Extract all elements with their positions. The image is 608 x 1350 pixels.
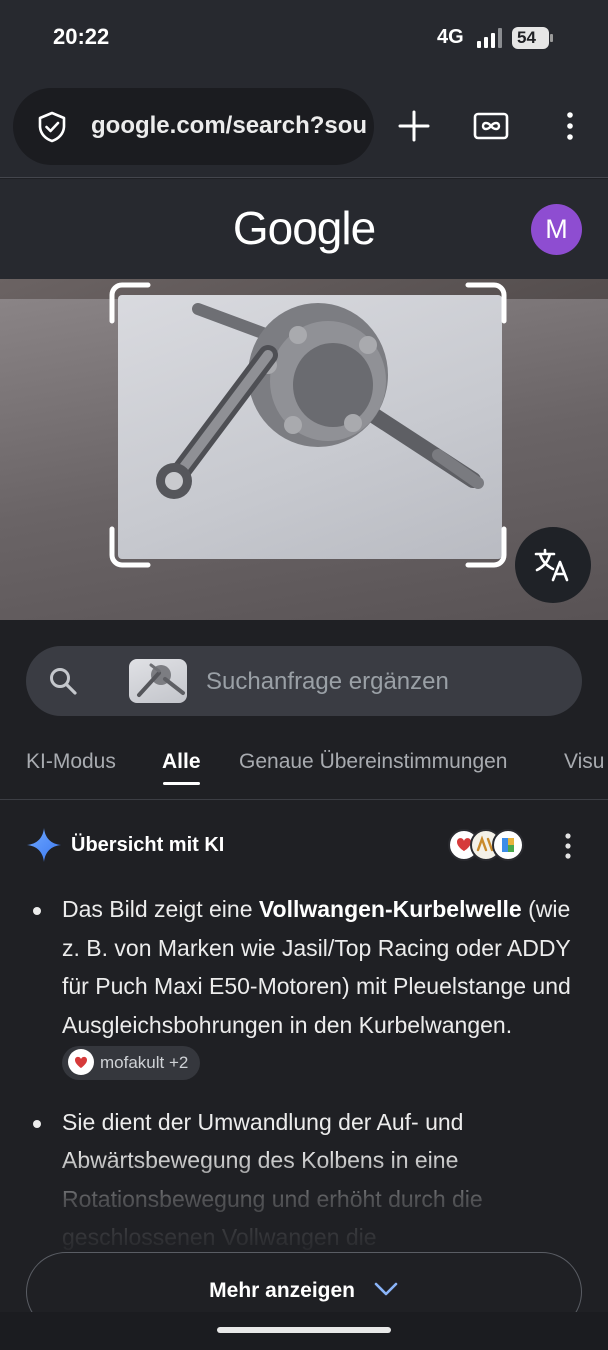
content-fade — [0, 1150, 608, 1260]
browser-toolbar: google.com/search?sou — [0, 76, 608, 178]
status-bar: 20:22 4G 54 — [0, 0, 608, 76]
mofakult-icon — [68, 1049, 94, 1076]
address-bar[interactable]: google.com/search?sou — [13, 88, 374, 165]
active-tab-indicator — [163, 782, 200, 785]
list-item: Das Bild zeigt eine Vollwangen-Kurbelwel… — [28, 890, 578, 1083]
battery-level: 54 — [517, 28, 536, 47]
status-time: 20:22 — [53, 24, 110, 49]
plus-icon — [398, 110, 430, 142]
ai-sparkle-icon — [27, 828, 61, 862]
browser-menu-button[interactable] — [548, 104, 592, 148]
bullet-bold-term: Vollwangen-Kurbelwelle — [258, 896, 522, 922]
result-tabs: KI-Modus Alle Genaue Übereinstimmungen V… — [0, 740, 608, 800]
ai-overview-menu-icon[interactable] — [559, 832, 577, 860]
chevron-down-icon — [374, 1283, 398, 1296]
tab-genaue-uebereinstimmungen[interactable]: Genaue Übereinstimmungen — [239, 750, 508, 774]
search-icon — [50, 668, 77, 695]
home-indicator[interactable] — [217, 1327, 391, 1333]
tab-visuell[interactable]: Visu — [564, 750, 604, 774]
source-favicons-icon[interactable] — [447, 828, 525, 862]
network-type: 4G — [437, 26, 464, 48]
ai-overview-title: Übersicht mit KI — [71, 834, 225, 856]
incognito-tabs-icon — [473, 112, 509, 140]
show-more-label: Mehr anzeigen — [27, 1279, 581, 1303]
tab-alle[interactable]: Alle — [162, 750, 201, 774]
google-header: Google M — [0, 179, 608, 279]
source-chip-label: mofakult +2 — [100, 1052, 189, 1072]
ai-overview-header: Übersicht mit KI — [26, 826, 582, 866]
bullet-text: Das Bild zeigt eine — [62, 896, 259, 922]
new-tab-button[interactable] — [392, 104, 436, 148]
source-chip[interactable]: mofakult +2 — [62, 1045, 201, 1080]
more-vert-icon — [567, 112, 573, 140]
url-text[interactable]: google.com/search?sou — [91, 112, 367, 140]
tab-ki-modus[interactable]: KI-Modus — [26, 750, 116, 774]
google-logo[interactable]: Google — [0, 201, 608, 255]
account-avatar[interactable]: M — [531, 204, 582, 255]
signal-icon — [477, 28, 502, 48]
shield-icon[interactable] — [35, 110, 69, 144]
search-input[interactable]: Suchanfrage ergänzen — [26, 646, 582, 716]
show-more-text: Mehr anzeigen — [209, 1279, 356, 1302]
tab-switcher-button[interactable] — [469, 104, 513, 148]
translate-button[interactable] — [515, 527, 591, 603]
crop-frame[interactable] — [108, 281, 508, 569]
translate-icon — [534, 548, 569, 582]
search-placeholder[interactable]: Suchanfrage ergänzen — [206, 668, 449, 696]
query-image-thumbnail[interactable] — [129, 659, 187, 703]
